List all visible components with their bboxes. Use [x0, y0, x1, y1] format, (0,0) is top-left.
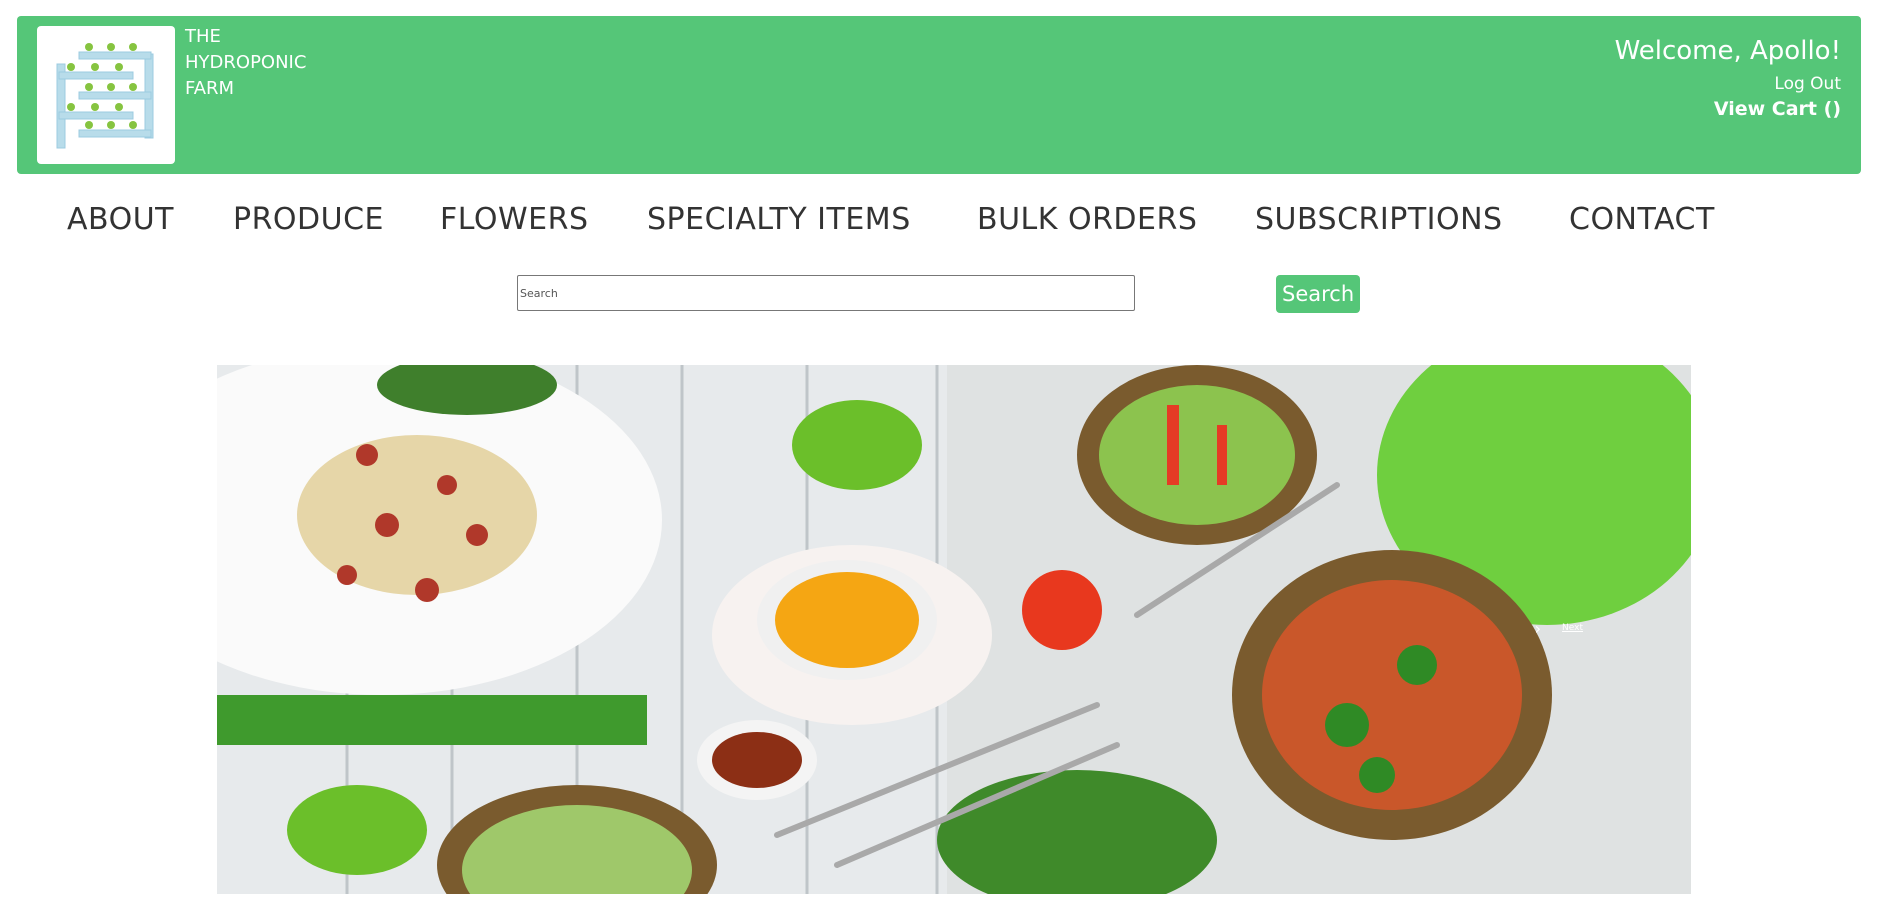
- search-input[interactable]: [517, 275, 1135, 311]
- nav-item-bulk-orders[interactable]: BULK ORDERS: [977, 202, 1197, 237]
- site-header: THE HYDROPONIC FARM Welcome, Apollo! Log…: [17, 16, 1861, 174]
- nav-item-about[interactable]: ABOUT: [67, 202, 174, 237]
- nav-item-produce[interactable]: PRODUCE: [233, 202, 384, 237]
- hydroponic-rack-logo-icon: [56, 43, 154, 149]
- food-table-photo: [217, 365, 1691, 894]
- nav-item-subscriptions[interactable]: SUBSCRIPTIONS: [1255, 202, 1503, 237]
- view-cart-link[interactable]: View Cart (): [1714, 98, 1841, 120]
- main-nav: ABOUT PRODUCE FLOWERS SPECIALTY ITEMS BU…: [0, 202, 1878, 242]
- carousel-next-link[interactable]: Next: [1562, 623, 1583, 633]
- nav-item-contact[interactable]: CONTACT: [1569, 202, 1715, 237]
- welcome-message: Welcome, Apollo!: [1614, 36, 1841, 66]
- brand-line-2: HYDROPONIC: [185, 52, 307, 73]
- hero-carousel: › Next: [217, 365, 1691, 894]
- search-button[interactable]: Search: [1276, 275, 1360, 313]
- logout-link[interactable]: Log Out: [1774, 74, 1841, 94]
- logo[interactable]: [37, 26, 175, 164]
- brand-name[interactable]: THE HYDROPONIC FARM: [185, 24, 306, 102]
- nav-item-specialty-items[interactable]: SPECIALTY ITEMS: [647, 202, 911, 237]
- nav-item-flowers[interactable]: FLOWERS: [440, 202, 589, 237]
- chevron-right-icon: ›: [1534, 619, 1541, 638]
- brand-line-3: FARM: [185, 78, 235, 99]
- brand-line-1: THE: [185, 26, 221, 47]
